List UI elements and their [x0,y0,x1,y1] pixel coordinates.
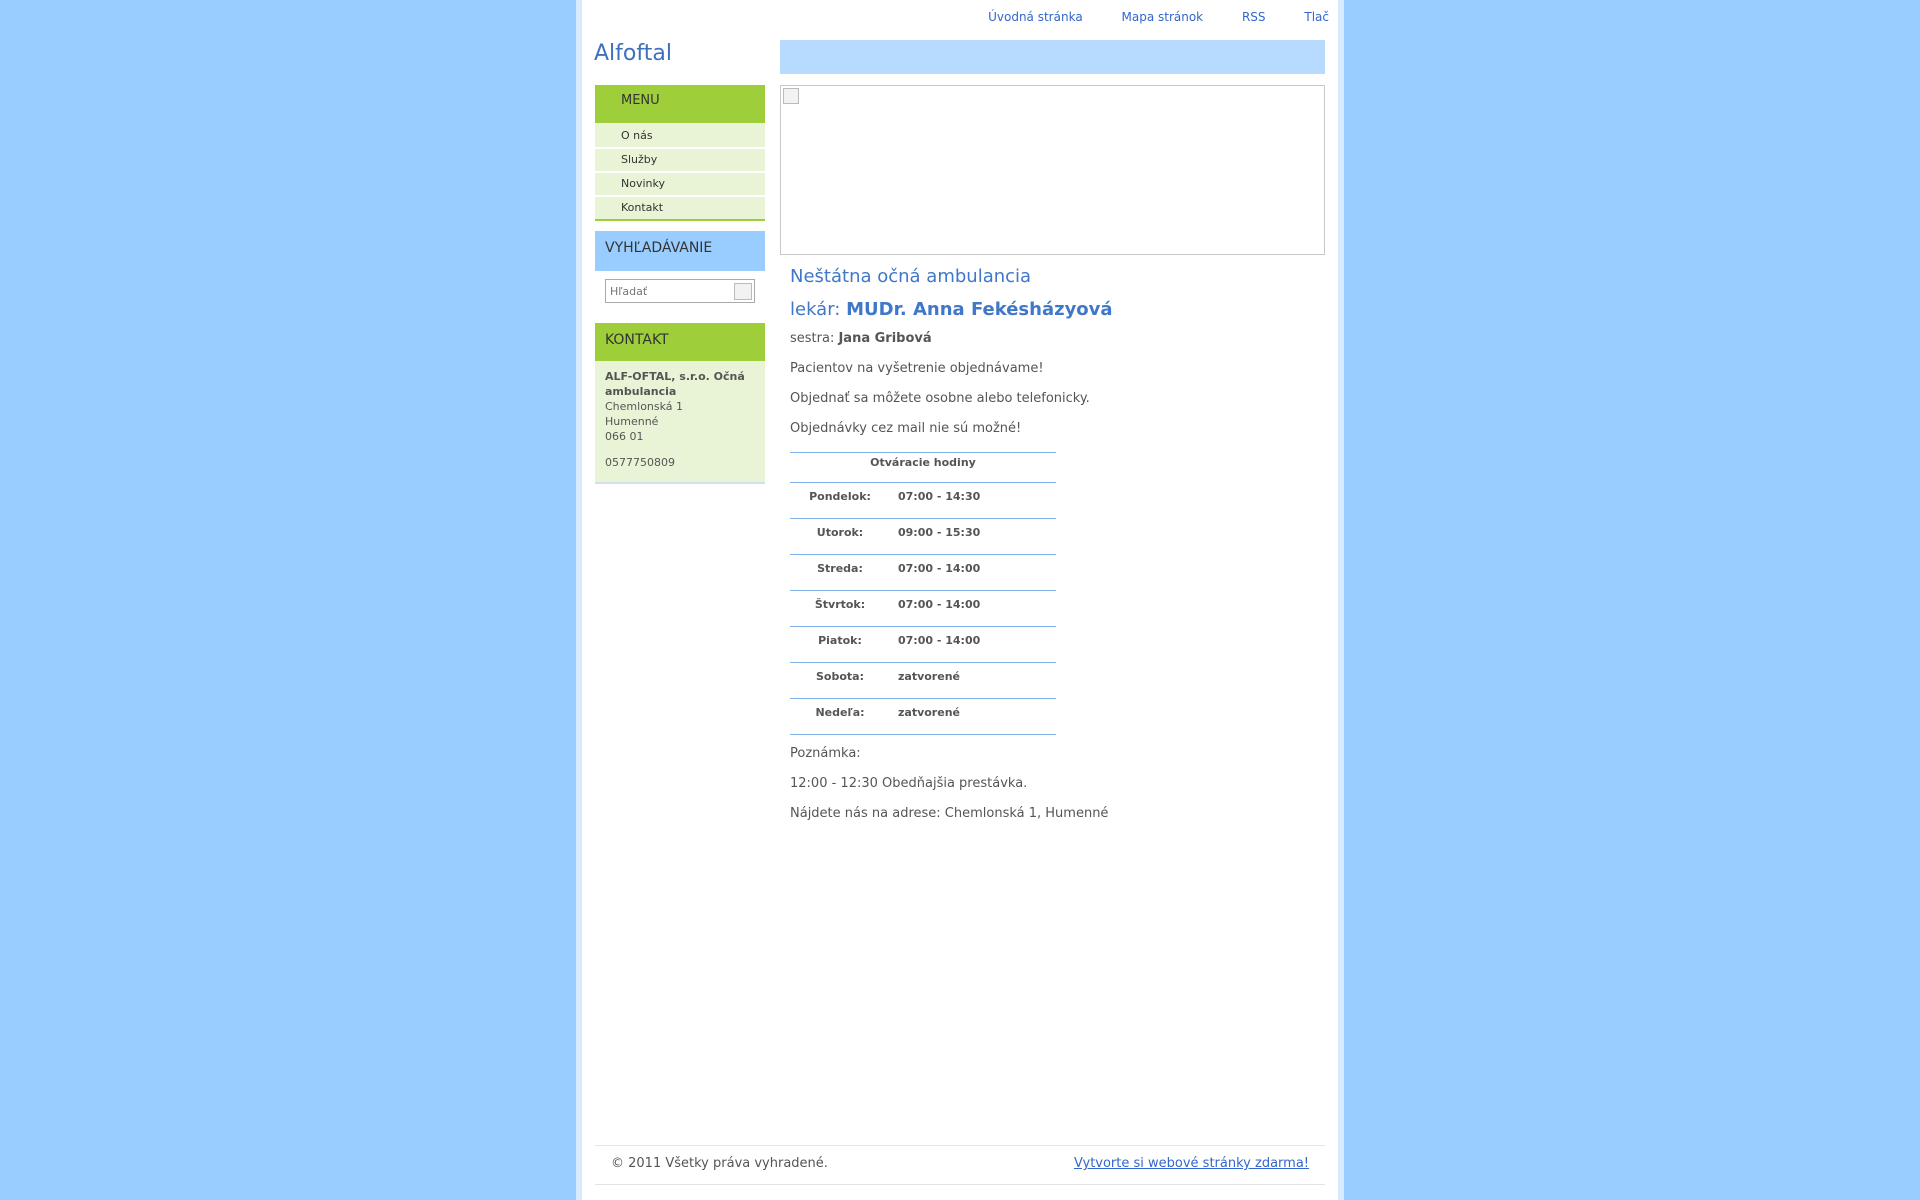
nurse-prefix: sestra: [790,331,839,346]
time-cell: 07:00 - 14:30 [890,482,1056,519]
day-cell: Nedeľa: [790,698,890,735]
copyright-text: © 2011 Všetky práva vyhradené. [611,1156,828,1171]
table-row: Nedeľa: zatvorené [790,698,1056,735]
create-website-link[interactable]: Vytvorte si webové stránky zdarma! [1074,1156,1309,1171]
search-input[interactable] [606,280,732,303]
nurse-name: Jana Gribová [838,331,932,346]
time-cell: 07:00 - 14:00 [890,626,1056,663]
menu-item-kontakt[interactable]: Kontakt [595,197,765,219]
note-label: Poznámka: [790,746,861,761]
day-cell: Štvrtok: [790,590,890,627]
top-navigation: Úvodná stránka Mapa stránok RSS Tlač [953,10,1329,24]
table-row: Streda: 07:00 - 14:00 [790,554,1056,591]
doctor-prefix: lekár: [790,299,847,320]
header-banner-image [780,85,1325,255]
time-cell: 07:00 - 14:00 [890,590,1056,627]
contact-company: ALF-OFTAL, s.r.o. Očná ambulancia [605,370,745,398]
day-cell: Piatok: [790,626,890,663]
menu-heading: MENU [595,85,765,123]
nav-rss-link[interactable]: RSS [1242,10,1266,24]
doctor-name: MUDr. Anna Fekésházyová [846,299,1113,320]
footer: © 2011 Všetky práva vyhradené. Vytvorte … [595,1145,1325,1185]
day-cell: Pondelok: [790,482,890,519]
search-box [605,279,755,303]
paragraph-ordering: Pacientov na vyšetrenie objednávame! [790,361,1044,376]
time-cell: zatvorené [890,698,1056,735]
main-content: Neštátna očná ambulancia lekár: MUDr. An… [790,265,1320,823]
search-button[interactable] [734,283,752,300]
contact-box: ALF-OFTAL, s.r.o. Očná ambulancia Chemlo… [595,361,765,484]
contact-zip: 066 01 [605,430,644,443]
sidebar: MENU O nás Služby Novinky Kontakt VYHĽAD… [595,85,765,484]
header-bar [780,40,1325,74]
opening-hours-heading: Otváracie hodiny [790,452,1056,483]
contact-city: Humenné [605,415,659,428]
nurse-line: sestra: Jana Gribová [790,330,1320,348]
contact-heading: KONTAKT [595,323,765,361]
menu-item-sluzby[interactable]: Služby [595,149,765,173]
table-row: Piatok: 07:00 - 14:00 [790,626,1056,663]
page-title: Neštátna očná ambulancia [790,266,1032,287]
search-heading: VYHĽADÁVANIE [595,231,765,271]
nav-home-link[interactable]: Úvodná stránka [988,10,1083,24]
table-row: Sobota: zatvorené [790,662,1056,699]
contact-street: Chemlonská 1 [605,400,684,413]
menu-item-novinky[interactable]: Novinky [595,173,765,197]
paragraph-booking: Objednať sa môžete osobne alebo telefoni… [790,391,1090,406]
nav-print-link[interactable]: Tlač [1304,10,1329,24]
paragraph-no-mail: Objednávky cez mail nie sú možné! [790,421,1022,436]
broken-image-icon [783,88,799,104]
contact-phone: 0577750809 [605,456,675,469]
table-row: Štvrtok: 07:00 - 14:00 [790,590,1056,627]
table-row: Pondelok: 07:00 - 14:30 [790,482,1056,519]
nav-sitemap-link[interactable]: Mapa stránok [1122,10,1204,24]
time-cell: 07:00 - 14:00 [890,554,1056,591]
day-cell: Utorok: [790,518,890,555]
note-text: 12:00 - 12:30 Obedňajšia prestávka. [790,776,1028,791]
address-text: Nájdete nás na adrese: Chemlonská 1, Hum… [790,806,1109,821]
menu-list: O nás Služby Novinky Kontakt [595,123,765,221]
time-cell: 09:00 - 15:30 [890,518,1056,555]
doctor-line: lekár: MUDr. Anna Fekésházyová [790,298,1320,322]
menu-item-o-nas[interactable]: O nás [595,125,765,149]
page-container: Úvodná stránka Mapa stránok RSS Tlač Alf… [576,0,1344,1200]
site-title[interactable]: Alfoftal [594,41,672,66]
day-cell: Sobota: [790,662,890,699]
table-row: Utorok: 09:00 - 15:30 [790,518,1056,555]
time-cell: zatvorené [890,662,1056,699]
opening-hours-table: Otváracie hodiny Pondelok: 07:00 - 14:30 … [790,452,1056,735]
day-cell: Streda: [790,554,890,591]
